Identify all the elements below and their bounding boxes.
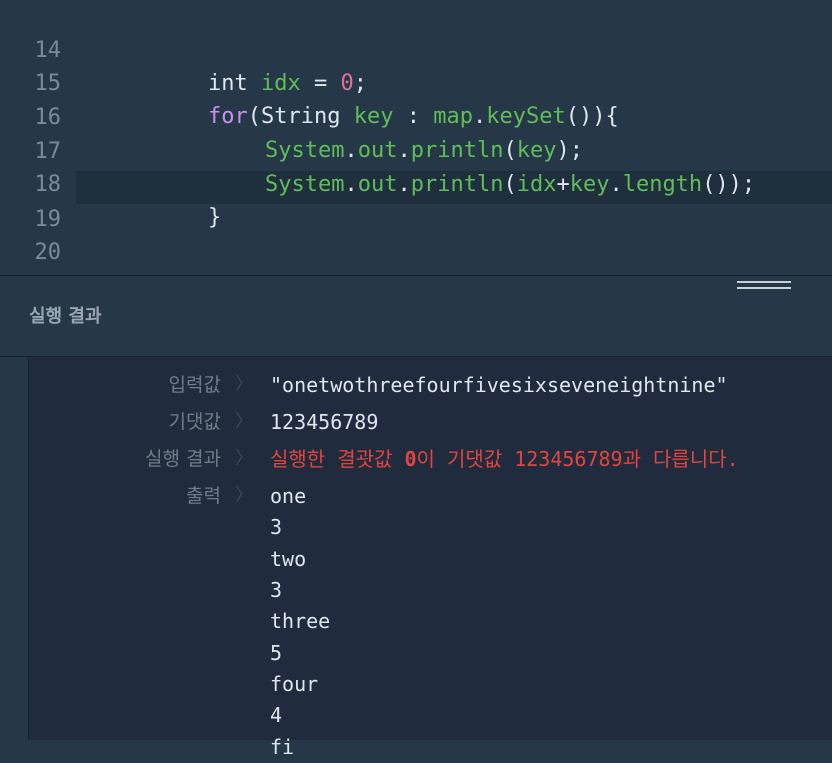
expected-value: 123456789 xyxy=(270,410,379,434)
output-line: two xyxy=(270,547,307,571)
code-text: } xyxy=(208,205,222,230)
result-panel-title: 실행 결과 xyxy=(29,306,102,327)
output-line: 3 xyxy=(270,515,283,539)
resize-handle-icon[interactable] xyxy=(737,281,791,295)
code-line-18[interactable]: 18 } xyxy=(0,135,222,230)
code-line-15[interactable]: 15 for(String key : map.keySet()){ xyxy=(0,34,619,129)
code-line-16[interactable]: 16 System.out.println(key); xyxy=(0,68,583,163)
code-line-17[interactable]: 17 System.out.println(idx+key.length()); xyxy=(0,102,756,197)
chevron-right-icon: 〉 xyxy=(235,374,253,395)
output-line: one xyxy=(270,484,307,508)
result-message: 실행한 결괏값 0이 기댓값 123456789과 다릅니다. xyxy=(270,447,739,471)
result-content: 입력값 〉 "onetwothreefourfivesixseveneightn… xyxy=(28,357,832,759)
code-line-19[interactable]: 19 xyxy=(0,170,62,232)
output-line: 3 xyxy=(270,578,283,602)
code-line-21[interactable]: 21 return 0; xyxy=(0,236,62,275)
code-text: for(String key : map.keySet()){ xyxy=(208,104,619,129)
input-value: "onetwothreefourfivesixseveneightnine" xyxy=(270,373,728,397)
result-panel: 실행 결과 입력값 〉 "onetwothreefourfivesixseven… xyxy=(0,275,832,759)
code-text: System.out.println(idx+key.length()); xyxy=(265,172,756,197)
chevron-right-icon: 〉 xyxy=(235,448,253,469)
result-panel-header: 실행 결과 xyxy=(0,276,832,357)
output-line: 5 xyxy=(270,641,283,665)
code-text: System.out.println(key); xyxy=(265,138,583,163)
chevron-right-icon: 〉 xyxy=(235,411,253,432)
output-line: fi xyxy=(270,735,295,759)
input-label: 입력값 xyxy=(168,374,221,396)
expected-label: 기댓값 xyxy=(168,411,221,433)
code-editor[interactable]: 14 int idx = 0; 15 for(String key : map.… xyxy=(0,0,832,275)
chevron-right-icon: 〉 xyxy=(235,485,253,506)
output-label: 출력 xyxy=(186,485,221,507)
code-text: int idx = 0; xyxy=(208,71,367,96)
output-line: three xyxy=(270,609,331,633)
code-line-20[interactable]: 20 xyxy=(0,203,62,265)
code-line-14[interactable]: 14 int idx = 0; xyxy=(0,1,368,96)
output-line: four xyxy=(270,672,319,696)
output-line: 4 xyxy=(270,703,283,727)
result-label: 실행 결과 xyxy=(145,448,221,470)
